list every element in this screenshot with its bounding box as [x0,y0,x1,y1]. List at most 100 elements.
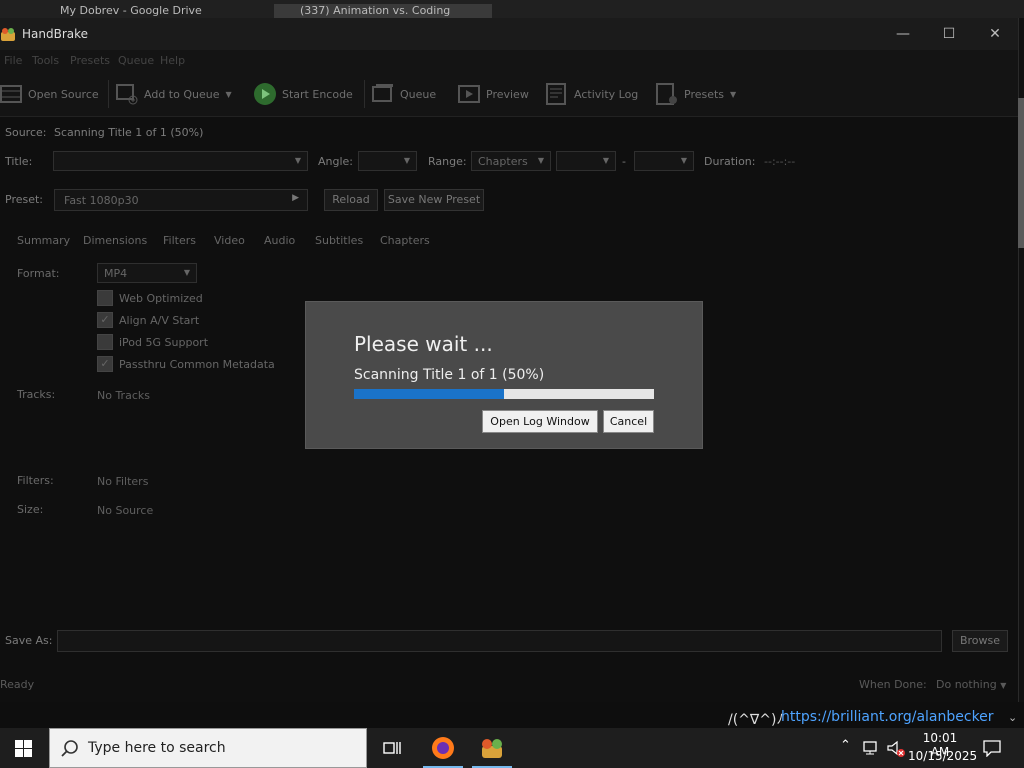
range-end-dropdown[interactable]: ▼ [634,151,694,171]
presets-button[interactable]: Presets ▼ [656,82,736,106]
notifications-icon[interactable] [983,740,1001,757]
clock-date[interactable]: 10/15/2025 [908,749,977,763]
brilliant-link[interactable]: https://brilliant.org/alanbecker [781,709,994,725]
firefox-icon [432,737,454,759]
tab-filters[interactable]: Filters [163,234,196,247]
presets-label: Presets [684,87,725,101]
format-label: Format: [17,267,60,280]
progress-bar-fill [354,389,504,399]
add-to-queue-label: Add to Queue [144,87,220,101]
status-text: Ready [0,678,35,691]
menu-presets[interactable]: Presets [70,54,110,67]
search-placeholder: Type here to search [88,740,226,756]
browse-button[interactable]: Browse [952,630,1008,652]
network-icon[interactable] [862,740,880,756]
queue-label: Queue [400,87,437,101]
angle-label: Angle: [318,155,354,168]
save-as-label: Save As: [5,634,53,647]
passthru-metadata-checkbox[interactable]: ✓ [97,356,113,372]
open-log-window-button[interactable]: Open Log Window [482,410,598,433]
tab-chapters[interactable]: Chapters [380,234,430,247]
when-done-label: When Done: [859,678,927,691]
tab-audio[interactable]: Audio [264,234,295,247]
dialog-status: Scanning Title 1 of 1 (50%) [354,367,545,383]
filters-label: Filters: [17,474,54,487]
activity-log-button[interactable]: Activity Log [546,82,638,106]
scan-progress-dialog: Please wait ... Scanning Title 1 of 1 (5… [305,301,703,449]
menu-queue[interactable]: Queue [118,54,154,67]
chevron-down-icon: ▼ [730,89,737,99]
filters-value: No Filters [97,475,149,488]
tray-chevron-up-icon[interactable]: ⌃ [840,738,851,753]
task-view-icon[interactable] [383,740,401,756]
minimize-button[interactable]: — [880,18,926,50]
toolbar-separator [364,80,365,108]
passthru-metadata-label: Passthru Common Metadata [119,358,275,371]
preset-selector[interactable]: Fast 1080p30 ▶ [54,189,308,211]
format-dropdown[interactable]: MP4 ▼ [97,263,197,283]
align-av-checkbox[interactable]: ✓ [97,312,113,328]
chevron-down-icon[interactable]: ⌄ [1008,711,1017,724]
align-av-label: Align A/V Start [119,314,200,327]
tracks-value: No Tracks [97,389,150,402]
toolbar-separator [108,80,109,108]
images-icon [372,84,393,102]
menu-tools[interactable]: Tools [32,54,59,67]
when-done-dropdown[interactable]: Do nothing ▼ [936,678,1006,691]
tab-summary[interactable]: Summary [17,234,70,247]
taskbar-firefox[interactable] [423,728,463,768]
browser-tab[interactable]: My Dobrev - Google Drive [60,4,260,18]
chevron-down-icon: ▼ [403,156,410,165]
start-encode-button[interactable]: Start Encode [254,82,353,106]
tab-subtitles[interactable]: Subtitles [315,234,363,247]
tab-video[interactable]: Video [214,234,245,247]
menu-help[interactable]: Help [160,54,185,67]
duration-label: Duration: [704,155,756,168]
play-icon [254,83,276,105]
title-bar: HandBrake — ☐ ✕ [0,18,1018,50]
add-to-queue-button[interactable]: Add to Queue ▼ [116,82,232,106]
cancel-button[interactable]: Cancel [603,410,654,433]
maximize-button[interactable]: ☐ [926,18,972,50]
handbrake-icon [482,739,502,758]
browser-scrollbar[interactable] [1018,98,1024,248]
title-label: Title: [5,155,33,168]
taskbar-handbrake[interactable] [472,728,512,768]
dialog-title: Please wait ... [354,332,493,356]
toolbar: Open Source Add to Queue ▼ Start Encode … [0,72,1018,117]
web-optimized-checkbox[interactable] [97,290,113,306]
chevron-down-icon: ▼ [537,156,544,165]
start-encode-label: Start Encode [282,87,353,101]
close-button[interactable]: ✕ [972,18,1018,50]
duration-value: --:--:-- [764,155,796,168]
chevron-right-icon: ▶ [292,193,299,203]
volume-muted-icon[interactable] [886,740,906,758]
preset-value: Fast 1080p30 [64,194,139,207]
chevron-down-icon: ▼ [1000,681,1007,690]
range-dropdown[interactable]: Chapters ▼ [471,151,551,171]
add-image-icon [116,84,138,105]
range-start-dropdown[interactable]: ▼ [556,151,616,171]
open-source-button[interactable]: Open Source [0,82,99,106]
chevron-down-icon: ▼ [680,156,687,165]
chevron-down-icon: ▼ [225,89,232,99]
preview-button[interactable]: Preview [458,82,529,106]
ipod-support-checkbox[interactable] [97,334,113,350]
title-dropdown[interactable]: ▼ [53,151,308,171]
handbrake-window: HandBrake — ☐ ✕ File Tools Presets Queue… [0,18,1019,702]
size-label: Size: [17,503,44,516]
taskbar-search-box[interactable]: Type here to search [49,728,367,768]
browser-tab[interactable]: (337) Animation vs. Coding [274,4,492,18]
queue-button[interactable]: Queue [372,82,436,106]
windows-start-icon[interactable] [15,740,32,757]
angle-dropdown[interactable]: ▼ [358,151,417,171]
reload-button[interactable]: Reload [324,189,378,211]
handbrake-logo-icon [1,28,15,41]
tab-dimensions[interactable]: Dimensions [83,234,147,247]
background-emote-text: /(^∇^)ﾉ [728,712,784,728]
menu-file[interactable]: File [4,54,22,67]
preview-label: Preview [486,87,529,101]
source-value: Scanning Title 1 of 1 (50%) [54,126,204,139]
save-as-input[interactable] [57,630,942,652]
save-new-preset-button[interactable]: Save New Preset [384,189,484,211]
